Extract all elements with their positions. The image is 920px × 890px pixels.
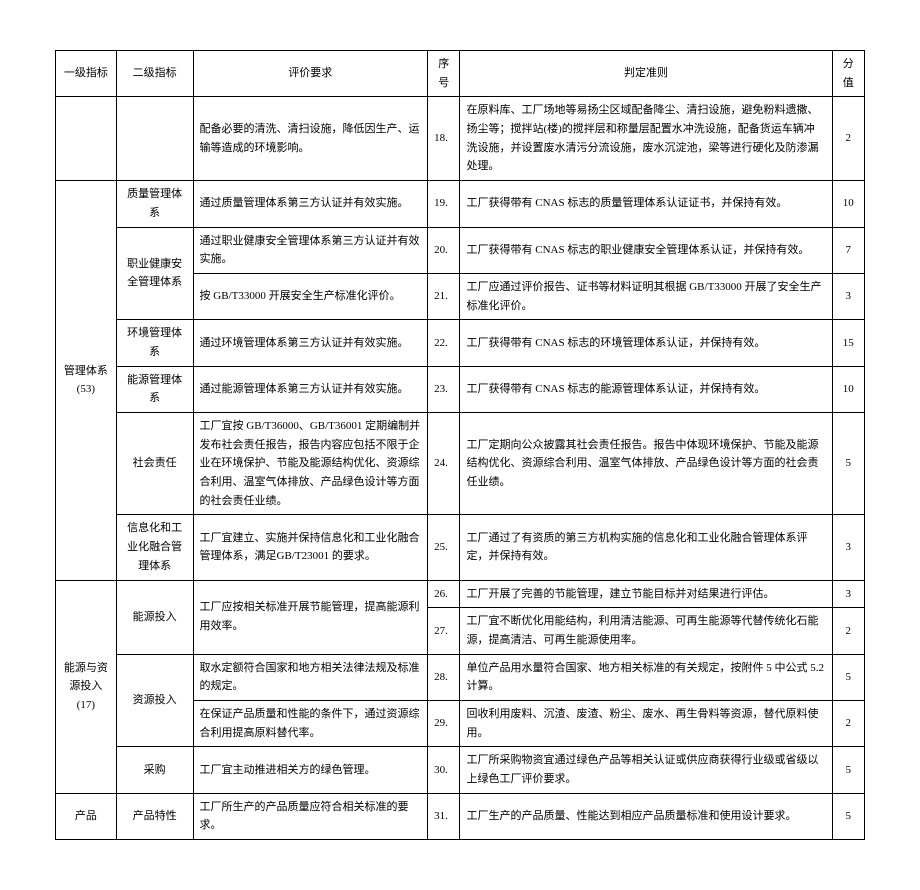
- cell-score: 10: [832, 366, 864, 412]
- cell-crit: 工厂获得带有 CNAS 标志的质量管理体系认证证书，并保持有效。: [460, 181, 832, 227]
- cell-seq: 18.: [428, 97, 460, 181]
- cell-req: 工厂宜主动推进相关方的绿色管理。: [193, 747, 428, 793]
- cell-lv2-res-in: 资源投入: [116, 654, 193, 747]
- cell-score: 2: [832, 608, 864, 654]
- cell-lv2-prod-attr: 产品特性: [116, 793, 193, 839]
- cell-score: 3: [832, 580, 864, 608]
- cell-req: 通过环境管理体系第三方认证并有效实施。: [193, 320, 428, 366]
- cell-crit: 工厂获得带有 CNAS 标志的能源管理体系认证，并保持有效。: [460, 366, 832, 412]
- cell-score: 3: [832, 515, 864, 580]
- table-row: 资源投入 取水定额符合国家和地方相关法律法规及标准的规定。 28. 单位产品用水…: [56, 654, 865, 700]
- table-row: 信息化和工业化融合管理体系 工厂宜建立、实施并保持信息化和工业化融合管理体系，满…: [56, 515, 865, 580]
- cell-lv2-quality: 质量管理体系: [116, 181, 193, 227]
- cell-seq: 29.: [428, 700, 460, 746]
- cell-lv2-env: 环境管理体系: [116, 320, 193, 366]
- cell-lv1-energy-res: 能源与资源投入(17): [56, 580, 117, 793]
- cell-req: 按 GB/T33000 开展安全生产标准化评价。: [193, 273, 428, 319]
- cell-seq: 19.: [428, 181, 460, 227]
- table-row: 能源与资源投入(17) 能源投入 工厂应按相关标准开展节能管理，提高能源利用效率…: [56, 580, 865, 608]
- cell-seq: 26.: [428, 580, 460, 608]
- cell-seq: 21.: [428, 273, 460, 319]
- header-row: 一级指标 二级指标 评价要求 序号 判定准则 分值: [56, 51, 865, 97]
- cell-lv2-csr: 社会责任: [116, 413, 193, 515]
- cell-score: 15: [832, 320, 864, 366]
- header-lv1: 一级指标: [56, 51, 117, 97]
- header-seq: 序号: [428, 51, 460, 97]
- cell-seq: 30.: [428, 747, 460, 793]
- cell-seq: 25.: [428, 515, 460, 580]
- cell-seq: 20.: [428, 227, 460, 273]
- table-row: 管理体系(53) 质量管理体系 通过质量管理体系第三方认证并有效实施。 19. …: [56, 181, 865, 227]
- header-req: 评价要求: [193, 51, 428, 97]
- cell-req: 工厂所生产的产品质量应符合相关标准的要求。: [193, 793, 428, 839]
- cell-crit: 工厂生产的产品质量、性能达到相应产品质量标准和使用设计要求。: [460, 793, 832, 839]
- cell-req: 工厂宜按 GB/T36000、GB/T36001 定期编制并发布社会责任报告，报…: [193, 413, 428, 515]
- cell-req: 通过质量管理体系第三方认证并有效实施。: [193, 181, 428, 227]
- cell-score: 10: [832, 181, 864, 227]
- cell-seq: 23.: [428, 366, 460, 412]
- cell-crit: 工厂应通过评价报告、证书等材料证明其根据 GB/T33000 开展了安全生产标准…: [460, 273, 832, 319]
- cell-seq: 27.: [428, 608, 460, 654]
- cell-lv2-energy-in: 能源投入: [116, 580, 193, 654]
- cell-score: 7: [832, 227, 864, 273]
- cell-lv2-procure: 采购: [116, 747, 193, 793]
- cell-lv1-blank: [56, 97, 117, 181]
- cell-lv1-product: 产品: [56, 793, 117, 839]
- cell-lv2-ems: 能源管理体系: [116, 366, 193, 412]
- cell-score: 2: [832, 700, 864, 746]
- cell-crit: 工厂定期向公众披露其社会责任报告。报告中体现环境保护、节能及能源结构优化、资源综…: [460, 413, 832, 515]
- cell-crit: 工厂通过了有资质的第三方机构实施的信息化和工业化融合管理体系评定，并保持有效。: [460, 515, 832, 580]
- cell-crit: 回收利用废料、沉渣、废渣、粉尘、废水、再生骨料等资源，替代原料使用。: [460, 700, 832, 746]
- cell-crit: 工厂所采购物资宜通过绿色产品等相关认证或供应商获得行业级或省级以上绿色工厂评价要…: [460, 747, 832, 793]
- header-crit: 判定准则: [460, 51, 832, 97]
- cell-lv2-ohs: 职业健康安全管理体系: [116, 227, 193, 320]
- cell-crit: 在原料库、工厂场地等易扬尘区域配备降尘、清扫设施，避免粉料遗撒、扬尘等；搅拌站(…: [460, 97, 832, 181]
- cell-score: 3: [832, 273, 864, 319]
- cell-lv1-mgmt: 管理体系(53): [56, 181, 117, 580]
- cell-seq: 24.: [428, 413, 460, 515]
- cell-score: 5: [832, 747, 864, 793]
- cell-lv2-blank: [116, 97, 193, 181]
- table-row: 能源管理体系 通过能源管理体系第三方认证并有效实施。 23. 工厂获得带有 CN…: [56, 366, 865, 412]
- cell-seq: 22.: [428, 320, 460, 366]
- cell-req: 通过职业健康安全管理体系第三方认证并有效实施。: [193, 227, 428, 273]
- cell-req: 配备必要的清洗、清扫设施，降低因生产、运输等造成的环境影响。: [193, 97, 428, 181]
- table-row: 配备必要的清洗、清扫设施，降低因生产、运输等造成的环境影响。 18. 在原料库、…: [56, 97, 865, 181]
- evaluation-table: 一级指标 二级指标 评价要求 序号 判定准则 分值 配备必要的清洗、清扫设施，降…: [55, 50, 865, 840]
- cell-req: 在保证产品质量和性能的条件下，通过资源综合利用提高原料替代率。: [193, 700, 428, 746]
- header-lv2: 二级指标: [116, 51, 193, 97]
- table-row: 产品 产品特性 工厂所生产的产品质量应符合相关标准的要求。 31. 工厂生产的产…: [56, 793, 865, 839]
- cell-crit: 工厂宜不断优化用能结构，利用清洁能源、可再生能源等代替传统化石能源，提高清洁、可…: [460, 608, 832, 654]
- cell-lv2-info: 信息化和工业化融合管理体系: [116, 515, 193, 580]
- header-score: 分值: [832, 51, 864, 97]
- cell-req: 工厂宜建立、实施并保持信息化和工业化融合管理体系，满足GB/T23001 的要求…: [193, 515, 428, 580]
- cell-req: 工厂应按相关标准开展节能管理，提高能源利用效率。: [193, 580, 428, 654]
- cell-req: 取水定额符合国家和地方相关法律法规及标准的规定。: [193, 654, 428, 700]
- cell-crit: 工厂开展了完善的节能管理，建立节能目标并对结果进行评估。: [460, 580, 832, 608]
- cell-crit: 单位产品用水量符合国家、地方相关标准的有关规定，按附件 5 中公式 5.2 计算…: [460, 654, 832, 700]
- cell-score: 5: [832, 654, 864, 700]
- cell-req: 通过能源管理体系第三方认证并有效实施。: [193, 366, 428, 412]
- cell-seq: 31.: [428, 793, 460, 839]
- cell-crit: 工厂获得带有 CNAS 标志的环境管理体系认证，并保持有效。: [460, 320, 832, 366]
- cell-score: 2: [832, 97, 864, 181]
- cell-crit: 工厂获得带有 CNAS 标志的职业健康安全管理体系认证，并保持有效。: [460, 227, 832, 273]
- table-row: 环境管理体系 通过环境管理体系第三方认证并有效实施。 22. 工厂获得带有 CN…: [56, 320, 865, 366]
- cell-seq: 28.: [428, 654, 460, 700]
- table-row: 社会责任 工厂宜按 GB/T36000、GB/T36001 定期编制并发布社会责…: [56, 413, 865, 515]
- table-row: 采购 工厂宜主动推进相关方的绿色管理。 30. 工厂所采购物资宜通过绿色产品等相…: [56, 747, 865, 793]
- cell-score: 5: [832, 793, 864, 839]
- table-row: 职业健康安全管理体系 通过职业健康安全管理体系第三方认证并有效实施。 20. 工…: [56, 227, 865, 273]
- cell-score: 5: [832, 413, 864, 515]
